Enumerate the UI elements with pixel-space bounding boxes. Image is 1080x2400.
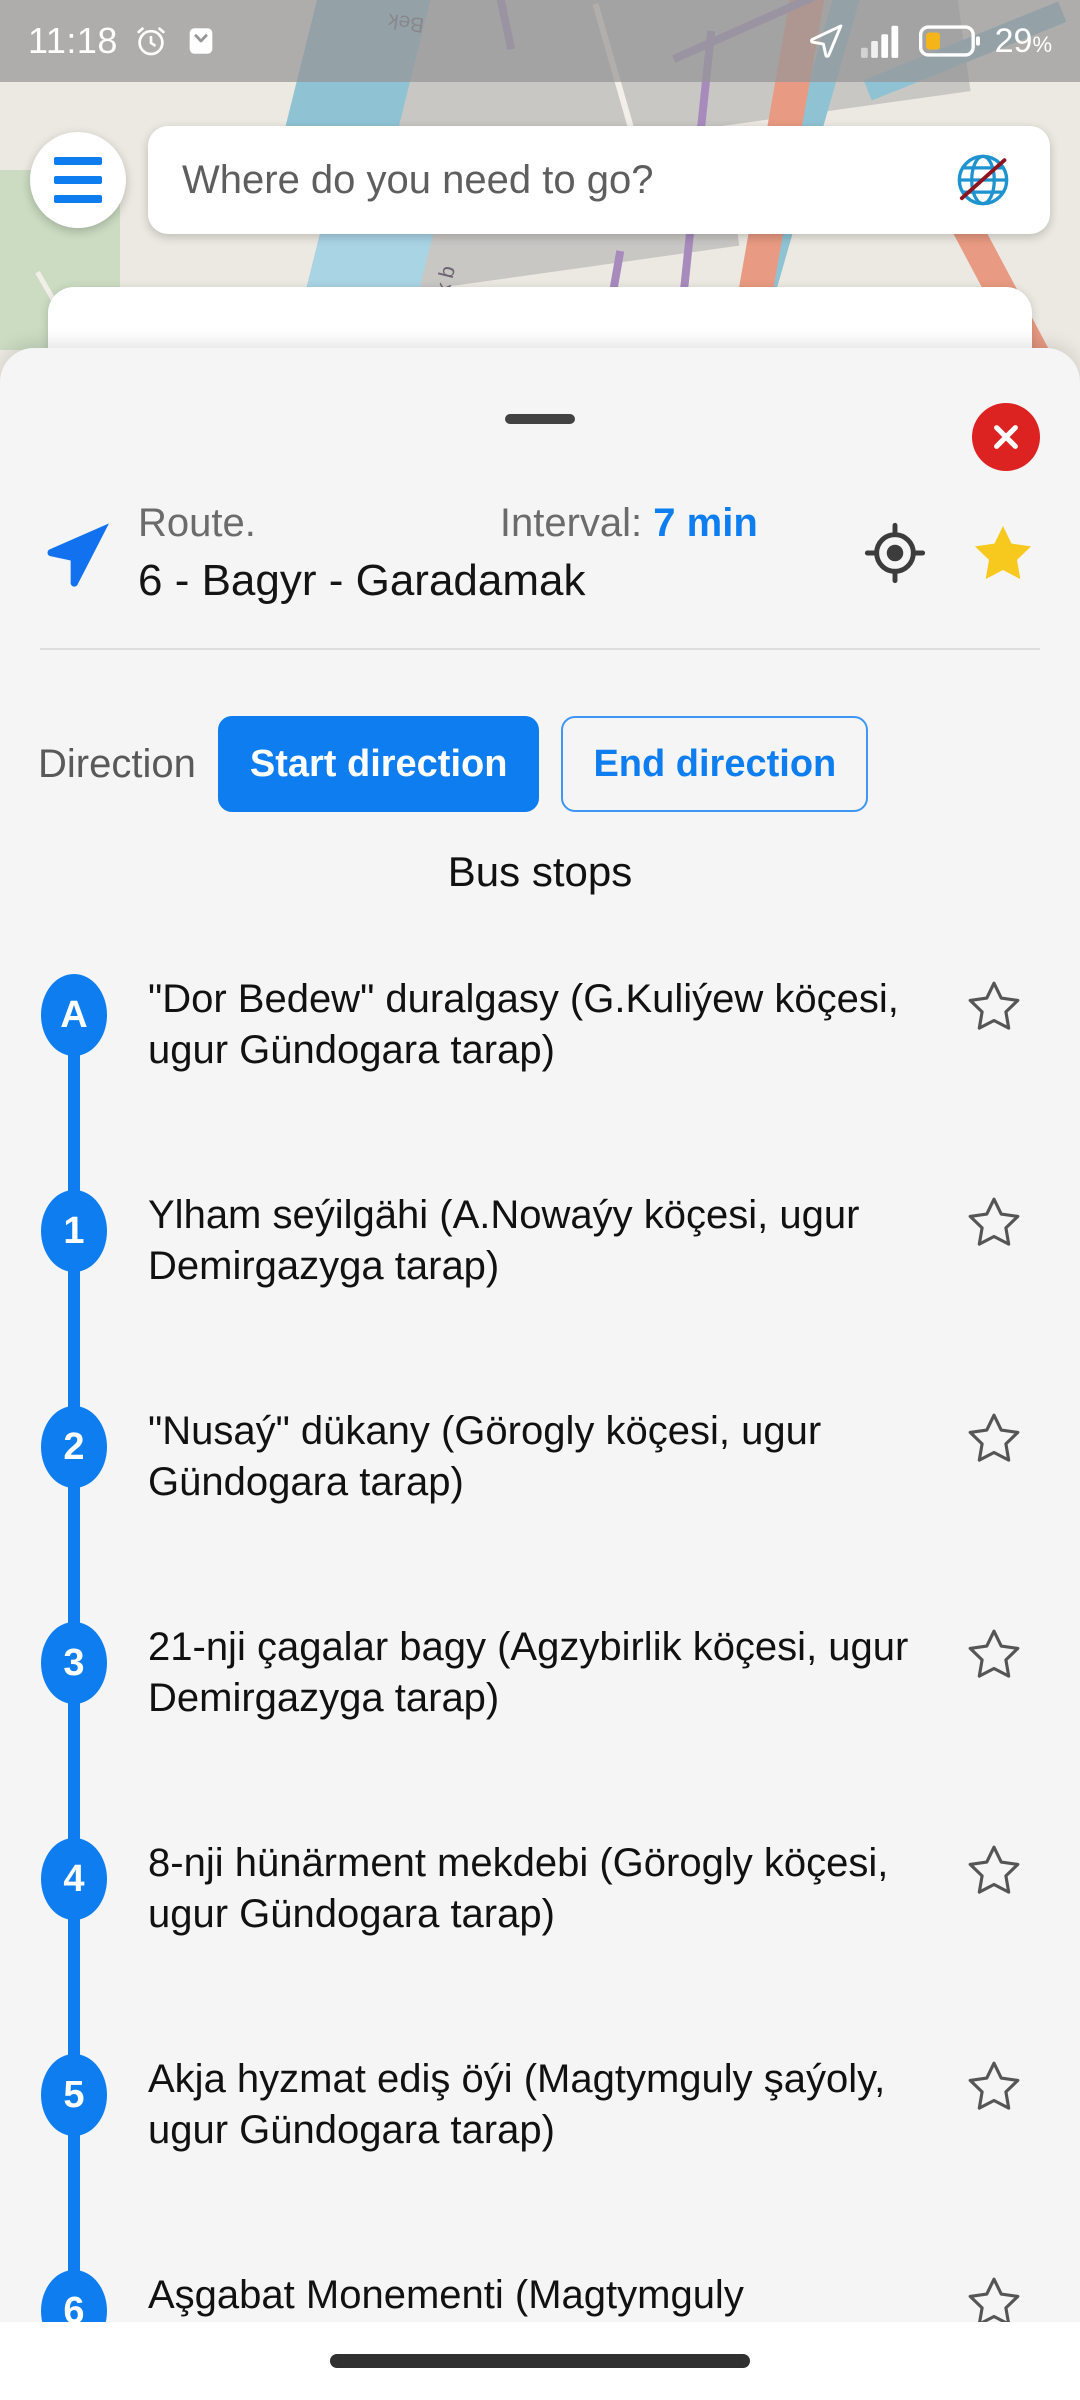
- direction-label: Direction: [38, 741, 196, 786]
- stop-badge: 1: [41, 1190, 107, 1272]
- close-button[interactable]: [972, 403, 1040, 471]
- status-bar-right: 29%: [805, 20, 1052, 62]
- bus-stops-list[interactable]: A "Dor Bedew" duralgasy (G.Kuliýew köçesi…: [0, 940, 1080, 2400]
- direction-selector: Direction Start direction End direction: [0, 716, 1080, 812]
- message-icon: [189, 28, 213, 54]
- star-outline-icon[interactable]: [966, 1156, 1040, 1255]
- stop-name: "Dor Bedew" duralgasy (G.Kuliýew köçesi,…: [148, 977, 899, 1073]
- bus-stop-row[interactable]: A "Dor Bedew" duralgasy (G.Kuliýew köçesi…: [0, 940, 1080, 1156]
- stop-name: 8-nji hünärment mekdebi (Görogly köçesi,…: [148, 1841, 889, 1937]
- stop-badge: A: [41, 974, 107, 1056]
- stop-badge: 4: [41, 1838, 107, 1920]
- phone-screen: Bek traby k b 11:18: [0, 0, 1080, 2400]
- bus-stop-row[interactable]: 5 Akja hyzmat ediş öýi (Magtymguly şaýoly…: [0, 2020, 1080, 2236]
- signal-bars-icon: [860, 25, 898, 58]
- stop-rail: 3: [0, 1588, 148, 1804]
- star-outline-icon[interactable]: [966, 1804, 1040, 1903]
- system-navigation-bar: [0, 2322, 1080, 2400]
- battery-icon: [918, 25, 980, 57]
- stop-name: Akja hyzmat ediş öýi (Magtymguly şaýoly,…: [148, 2057, 886, 2153]
- stop-rail: 1: [0, 1156, 148, 1372]
- bus-stop-row[interactable]: 1 Ylham seýilgähi (A.Nowaýy köçesi, ugur …: [0, 1156, 1080, 1372]
- alarm-icon: [137, 27, 165, 56]
- globe-offline-icon[interactable]: [950, 147, 1016, 213]
- top-search-bar: Where do you need to go?: [0, 126, 1080, 234]
- drag-handle[interactable]: [505, 414, 575, 424]
- route-meta-row: Route. Interval: 7 min: [138, 501, 864, 546]
- hamburger-menu-icon[interactable]: [30, 132, 126, 228]
- route-detail-sheet: Route. Interval: 7 min 6 - Bagyr - Garad…: [0, 348, 1080, 2400]
- stop-name: "Nusaý" dükany (Görogly köçesi, ugur Gün…: [148, 1409, 822, 1505]
- crosshair-locate-icon[interactable]: [864, 522, 926, 584]
- stop-rail: 4: [0, 1804, 148, 2020]
- bus-stop-row[interactable]: 2 "Nusaý" dükany (Görogly köçesi, ugur Gü…: [0, 1372, 1080, 1588]
- route-info: Route. Interval: 7 min 6 - Bagyr - Garad…: [130, 501, 864, 606]
- start-direction-button[interactable]: Start direction: [217, 716, 540, 812]
- star-outline-icon[interactable]: [966, 1372, 1040, 1471]
- route-header-actions: [864, 520, 1042, 586]
- stop-badge: 5: [41, 2054, 107, 2136]
- status-time: 11:18: [28, 20, 118, 61]
- status-bar: 11:18 29%: [0, 0, 1080, 82]
- search-placeholder: Where do you need to go?: [182, 157, 654, 202]
- menu-line: [54, 157, 102, 165]
- status-bar-left: 11:18: [28, 20, 218, 62]
- bus-stop-row[interactable]: 4 8-nji hünärment mekdebi (Görogly köçesi…: [0, 1804, 1080, 2020]
- end-direction-button[interactable]: End direction: [561, 716, 869, 812]
- battery-percent: 29%: [994, 21, 1052, 60]
- stop-rail: A: [0, 940, 148, 1156]
- stop-badge: 2: [41, 1406, 107, 1488]
- sheet-divider: [40, 648, 1040, 650]
- menu-line: [54, 195, 102, 203]
- stop-rail: 5: [0, 2020, 148, 2236]
- star-outline-icon[interactable]: [966, 1588, 1040, 1687]
- stop-name: Ylham seýilgähi (A.Nowaýy köçesi, ugur D…: [148, 1193, 860, 1289]
- menu-line: [54, 176, 102, 184]
- search-input[interactable]: Where do you need to go?: [148, 126, 1050, 234]
- route-interval: Interval: 7 min: [499, 500, 758, 545]
- stop-badge: 3: [41, 1622, 107, 1704]
- stop-rail: 2: [0, 1372, 148, 1588]
- stop-name: 21-nji çagalar bagy (Agzybirlik köçesi, …: [148, 1625, 909, 1721]
- star-outline-icon[interactable]: [966, 940, 1040, 1039]
- star-outline-icon[interactable]: [966, 2020, 1040, 2119]
- bus-stop-row[interactable]: 3 21-nji çagalar bagy (Agzybirlik köçesi,…: [0, 1588, 1080, 1804]
- star-filled-icon[interactable]: [970, 520, 1036, 586]
- home-indicator[interactable]: [330, 2354, 750, 2368]
- star-outline-icon[interactable]: [966, 2236, 1040, 2335]
- location-arrow-icon: [809, 24, 842, 58]
- close-icon: [994, 425, 1018, 449]
- route-label: Route.: [138, 500, 256, 545]
- bus-stops-title: Bus stops: [447, 848, 633, 895]
- navigation-arrow-icon[interactable]: [38, 513, 130, 593]
- stop-name: Aşgabat Monementi (Magtymguly: [148, 2273, 744, 2317]
- interval-value: 7 min: [653, 500, 758, 545]
- route-header: Route. Interval: 7 min 6 - Bagyr - Garad…: [0, 488, 1080, 618]
- route-name: 6 - Bagyr - Garadamak: [138, 555, 586, 605]
